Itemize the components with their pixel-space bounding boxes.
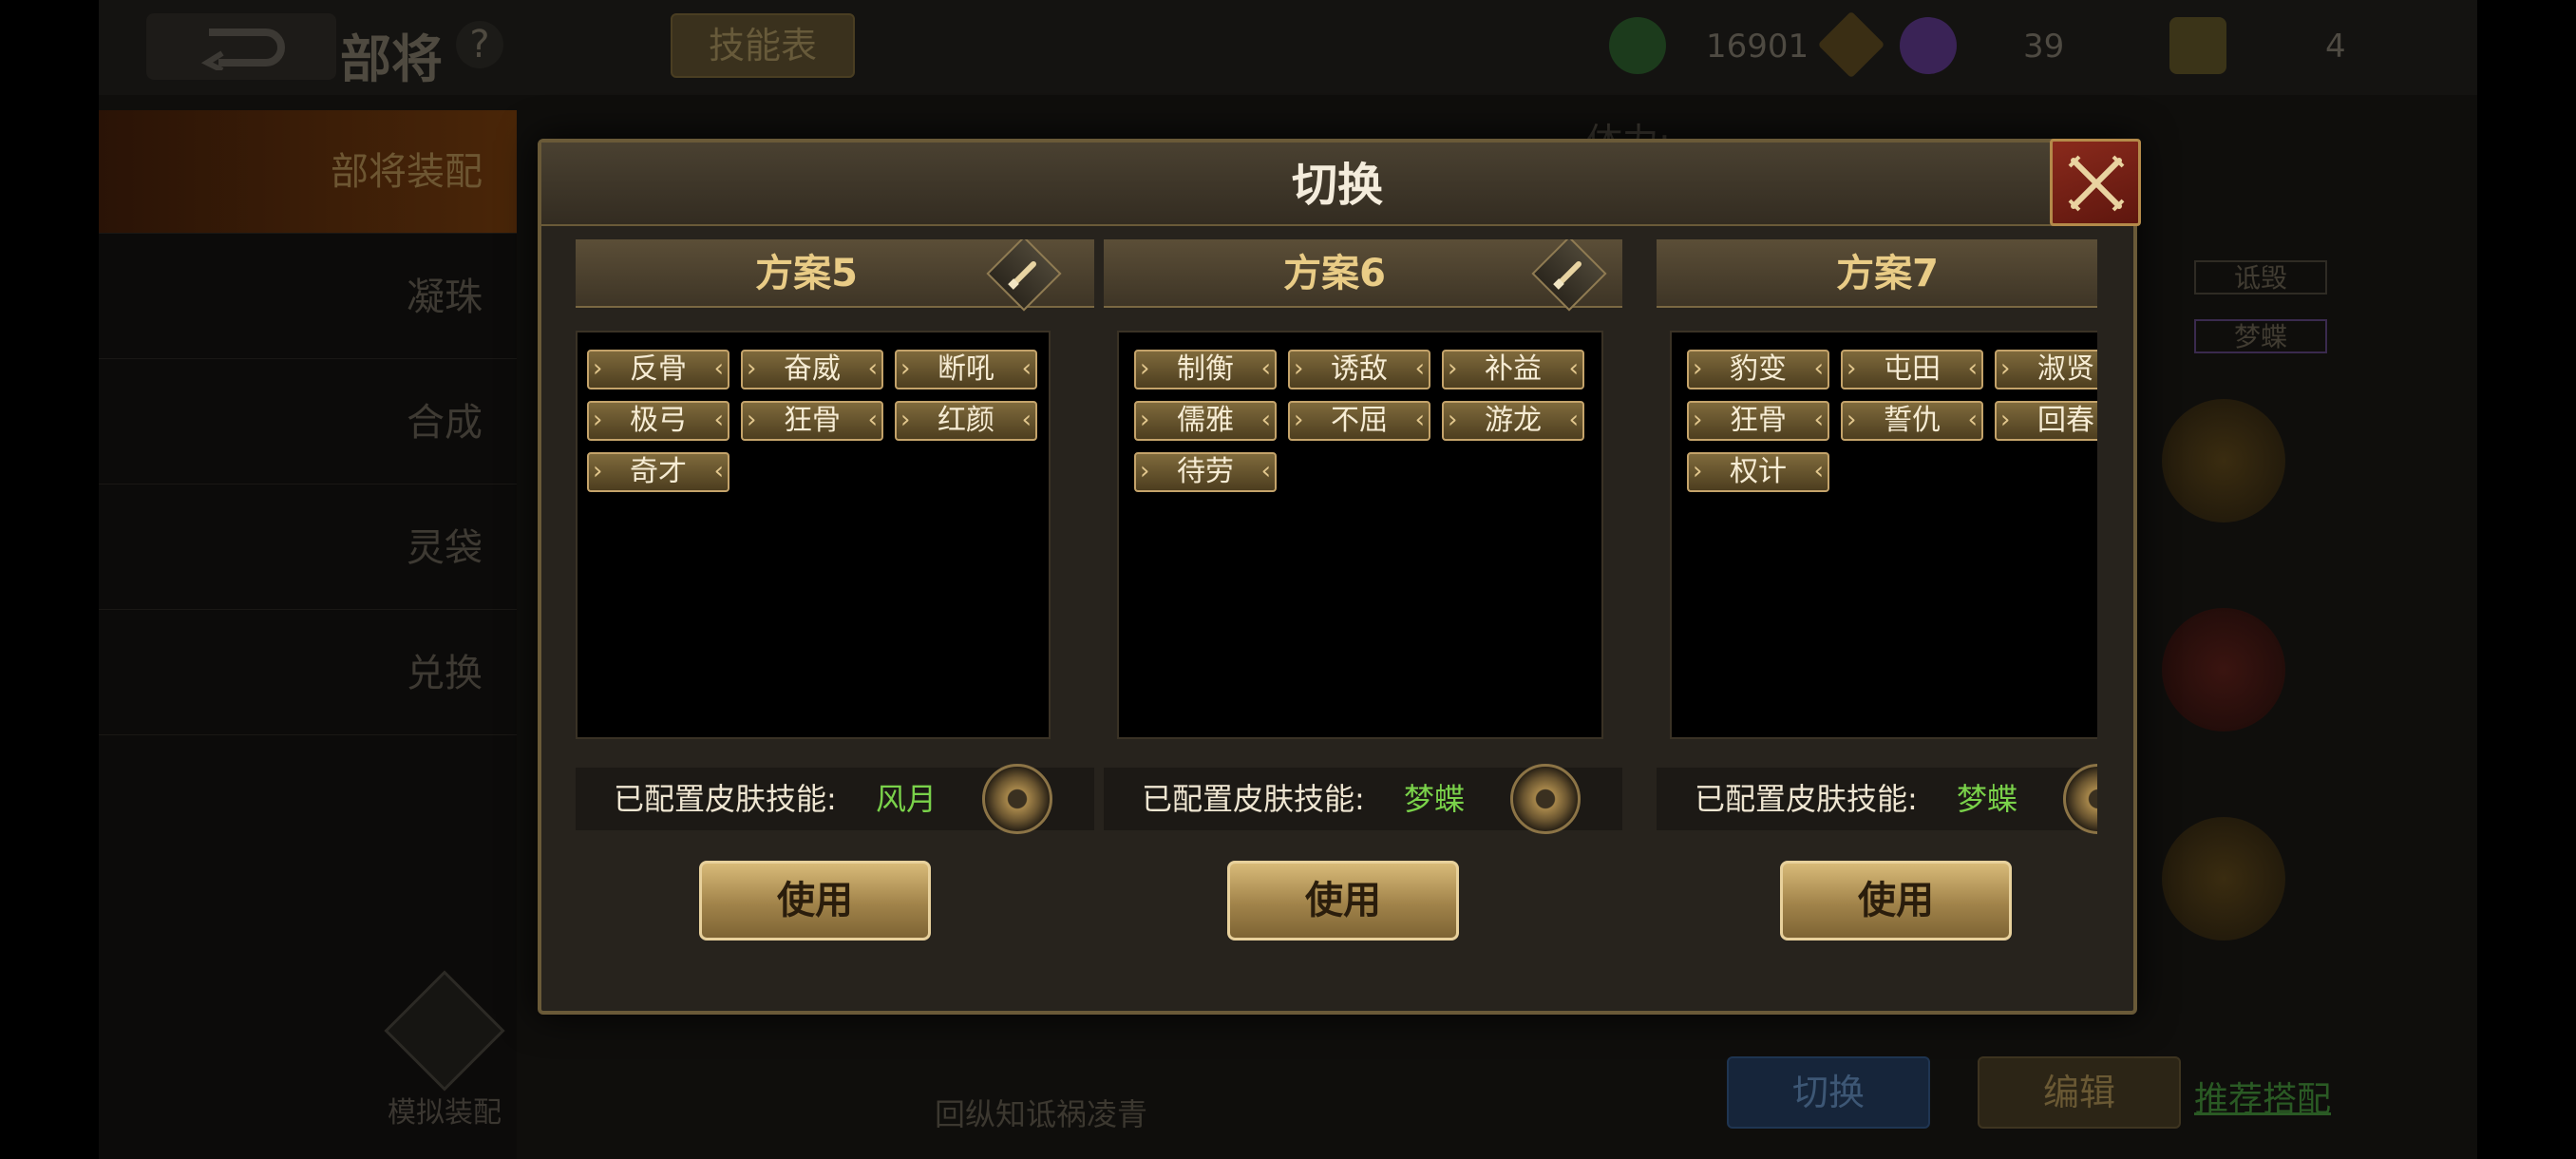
skill-tag[interactable]: 誓仇 [1841, 401, 1983, 441]
skill-list: 制衡 诱敌 补益 儒雅 不屈 游龙 待劳 [1117, 331, 1603, 739]
use-button[interactable]: 使用 [1227, 861, 1459, 940]
back-button[interactable] [146, 13, 336, 80]
right-tag: 梦蝶 [2194, 319, 2327, 353]
skill-tag[interactable]: 制衡 [1134, 350, 1277, 390]
skin-skill-label: 已配置皮肤技能: [1142, 781, 1365, 817]
skill-list: 豹变 屯田 淑贤 狂骨 誓仇 回春 权计 [1670, 331, 2097, 739]
skill-tag[interactable]: 奇才 [587, 452, 729, 492]
soul-icon [1900, 17, 1957, 74]
emblem-gold-icon[interactable] [2162, 817, 2285, 940]
nav-item-bag[interactable]: 灵袋 [99, 486, 517, 610]
skill-tag[interactable]: 权计 [1687, 452, 1829, 492]
simulate-equip-icon [384, 970, 505, 1092]
edit-button[interactable]: 编辑 [1978, 1056, 2181, 1129]
skill-tag[interactable]: 奋威 [741, 350, 883, 390]
dialog-header: 切换 [541, 142, 2133, 226]
plan-title: 方案6 [1283, 252, 1386, 295]
emblem-gold-icon[interactable] [2162, 399, 2285, 522]
emblem-red-icon[interactable] [2162, 608, 2285, 732]
skin-skill-row: 已配置皮肤技能: 梦蝶 [1104, 764, 1622, 834]
simulate-equip-button[interactable]: 模拟装配 [369, 970, 521, 1130]
close-button[interactable] [2050, 139, 2141, 226]
nav-item-compose[interactable]: 合成 [99, 361, 517, 484]
skin-skill-value: 风月 [876, 781, 938, 817]
skill-tag[interactable]: 狂骨 [741, 401, 883, 441]
page-title: 部将 [340, 29, 443, 89]
skin-skill-label: 已配置皮肤技能: [614, 781, 837, 817]
skill-tag[interactable]: 儒雅 [1134, 401, 1277, 441]
skill-table-button[interactable]: 技能表 [671, 13, 855, 78]
plan-card: 方案6 制衡 诱敌 补益 儒雅 不屈 游龙 待劳 已配置皮肤技能: 梦蝶 使用 [1104, 239, 1622, 990]
skin-skill-row: 已配置皮肤技能: 梦蝶 [1657, 764, 2097, 834]
nav-item-exchange[interactable]: 兑换 [99, 612, 517, 735]
gear-icon[interactable] [982, 764, 1052, 834]
skill-tag[interactable]: 豹变 [1687, 350, 1829, 390]
right-tag: 诋毁 [2194, 260, 2327, 294]
skill-tag[interactable]: 狂骨 [1687, 401, 1829, 441]
plan-card: 方案5 反骨 奋威 断吼 极弓 狂骨 红颜 奇才 已配置皮肤技能: 风月 使用 [576, 239, 1094, 990]
plan-list[interactable]: 方案5 反骨 奋威 断吼 极弓 狂骨 红颜 奇才 已配置皮肤技能: 风月 使用 [576, 239, 2097, 990]
plan-header: 方案5 [576, 239, 1094, 312]
skin-skill-value: 梦蝶 [1957, 781, 2018, 817]
plan-header: 方案7 [1657, 239, 2097, 308]
back-arrow-icon [200, 28, 285, 70]
skin-skill-row: 已配置皮肤技能: 风月 [576, 764, 1094, 834]
switch-dialog: 切换 方案5 反骨 奋威 断吼 极弓 狂骨 红颜 奇才 [538, 139, 2141, 1015]
dialog-title: 切换 [1291, 159, 1383, 212]
help-icon[interactable]: ? [456, 21, 503, 68]
gear-icon[interactable] [1510, 764, 1581, 834]
skill-tag[interactable]: 极弓 [587, 401, 729, 441]
skill-tag[interactable]: 补益 [1442, 350, 1584, 390]
top-bar: 部将 ? 技能表 16901 39 4 [99, 0, 2477, 95]
skill-tag[interactable]: 游龙 [1442, 401, 1584, 441]
nav-item-bead[interactable]: 凝珠 [99, 236, 517, 359]
skill-tag[interactable]: 屯田 [1841, 350, 1983, 390]
jade-count: 16901 [1706, 28, 1809, 66]
plan-title: 方案5 [755, 252, 858, 295]
add-resource-icon[interactable] [1817, 10, 1885, 79]
simulate-equip-label: 模拟装配 [388, 1096, 502, 1130]
plan-card: 方案7 豹变 屯田 淑贤 狂骨 誓仇 回春 权计 已配置皮肤技能: 梦蝶 使用 [1657, 239, 2097, 990]
bottom-caption: 回纵知诋祸凌青 [935, 1096, 1148, 1132]
soul-count: 39 [2023, 28, 2065, 66]
recommend-link[interactable]: 推荐搭配 [2194, 1072, 2331, 1121]
gift-icon [2169, 17, 2226, 74]
skill-tag[interactable]: 断吼 [895, 350, 1037, 390]
plan-header: 方案6 [1104, 239, 1622, 312]
close-icon [2068, 155, 2125, 212]
skill-list: 反骨 奋威 断吼 极弓 狂骨 红颜 奇才 [576, 331, 1051, 739]
skill-tag[interactable]: 回春 [1995, 401, 2097, 441]
gear-icon[interactable] [2063, 764, 2097, 834]
use-button[interactable]: 使用 [1780, 861, 2012, 940]
skin-skill-label: 已配置皮肤技能: [1695, 781, 1918, 817]
skill-tag[interactable]: 淑贤 [1995, 350, 2097, 390]
switch-button[interactable]: 切换 [1727, 1056, 1930, 1129]
nav-item-equip[interactable]: 部将装配 [99, 110, 517, 234]
skill-tag[interactable]: 待劳 [1134, 452, 1277, 492]
skill-tag[interactable]: 诱敌 [1288, 350, 1430, 390]
gift-count: 4 [2325, 28, 2346, 66]
jade-icon [1609, 17, 1666, 74]
skin-skill-value: 梦蝶 [1404, 781, 1466, 817]
skill-tag[interactable]: 红颜 [895, 401, 1037, 441]
plan-title: 方案7 [1836, 252, 1939, 295]
skill-tag[interactable]: 反骨 [587, 350, 729, 390]
skill-tag[interactable]: 不屈 [1288, 401, 1430, 441]
use-button[interactable]: 使用 [699, 861, 931, 940]
